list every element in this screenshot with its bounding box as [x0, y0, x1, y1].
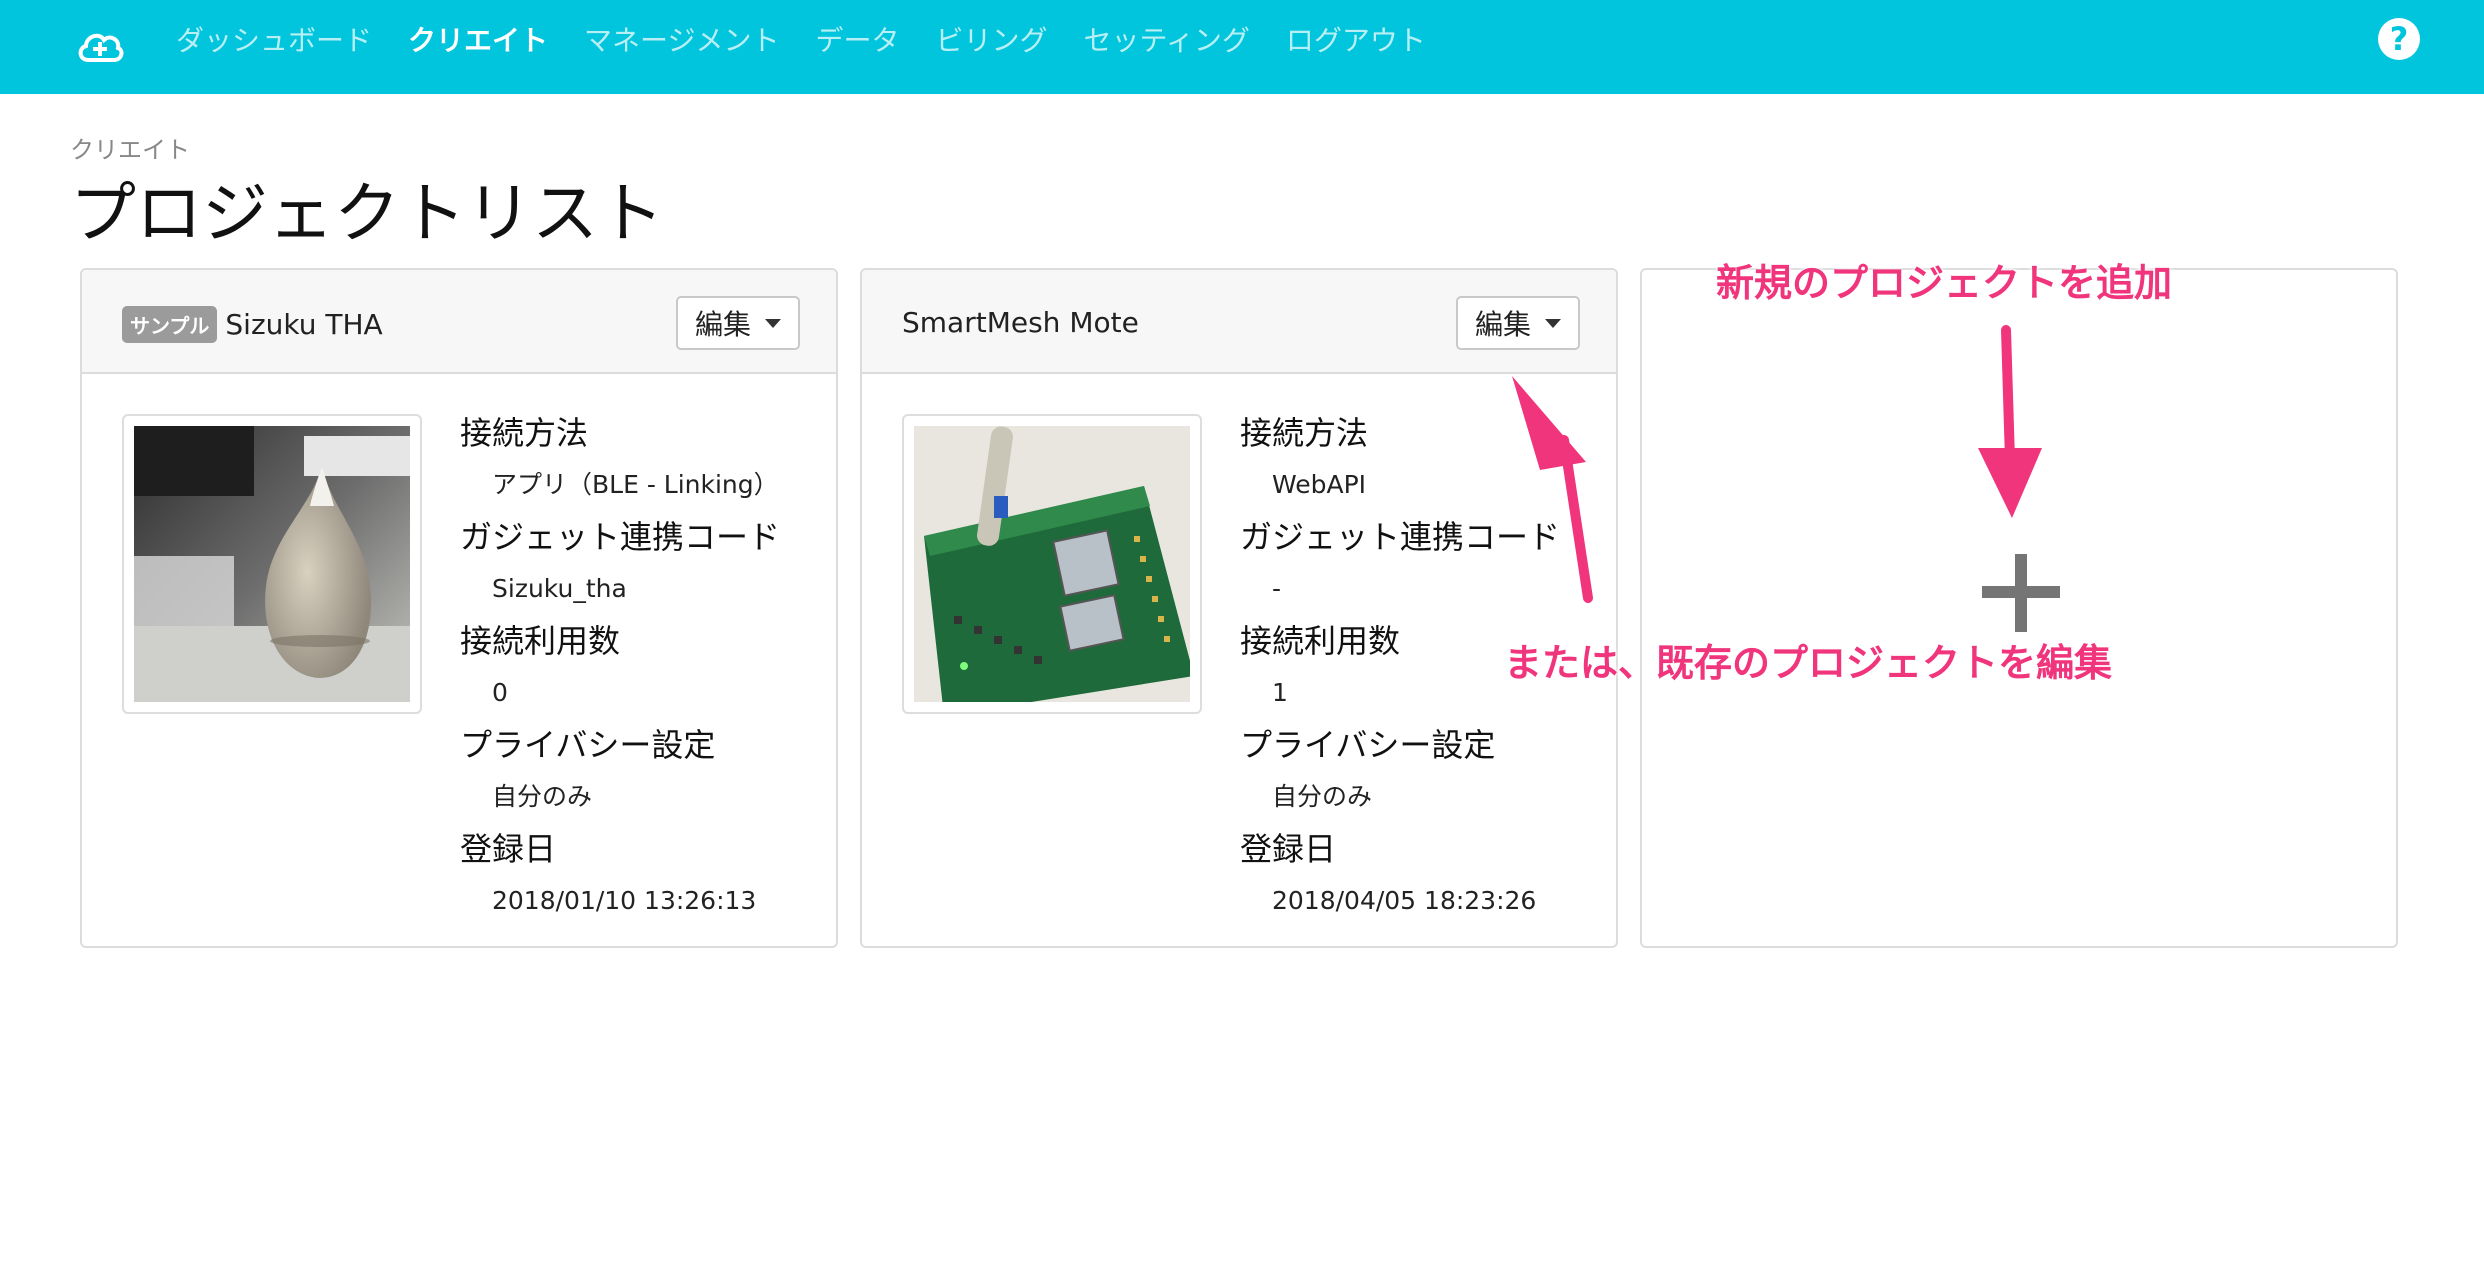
caret-down-icon	[765, 318, 781, 328]
field-value: 自分のみ	[492, 782, 593, 811]
page-title: プロジェクトリスト	[70, 175, 664, 252]
field-label: 登録日	[1240, 830, 1337, 868]
field-label: ガジェット連携コード	[1240, 518, 1561, 556]
field-value: Sizuku_tha	[492, 574, 627, 603]
nav-dashboard[interactable]: ダッシュボード	[176, 19, 372, 59]
project-name[interactable]: SmartMesh Mote	[902, 306, 1139, 339]
project-info: 接続方法 アプリ（BLE - Linking） ガジェット連携コード Sizuk…	[460, 408, 820, 928]
add-project-button[interactable]	[1642, 270, 2396, 946]
sample-badge: サンプル	[122, 306, 218, 343]
field-label: 接続利用数	[460, 622, 621, 660]
top-navbar: ダッシュボード クリエイト マネージメント データ ビリング セッティング ログ…	[0, 0, 2484, 94]
edit-dropdown-button[interactable]: 編集	[1456, 296, 1580, 350]
plus-icon	[1982, 554, 2060, 632]
cloud-plus-icon[interactable]	[74, 20, 126, 72]
edit-label: 編集	[694, 308, 751, 341]
help-icon[interactable]: ?	[2378, 18, 2420, 60]
nav-settings[interactable]: セッティング	[1084, 19, 1250, 59]
card-header: SmartMesh Mote 編集	[862, 270, 1616, 374]
caret-down-icon	[1545, 318, 1561, 328]
field-label: 登録日	[460, 830, 557, 868]
edit-label: 編集	[1474, 308, 1531, 341]
field-label: プライバシー設定	[1240, 726, 1496, 764]
project-thumbnail[interactable]	[902, 414, 1202, 714]
project-title: サンプル Sizuku THA	[122, 306, 383, 343]
annotation-or-edit: または、既存のプロジェクトを編集	[1504, 641, 2113, 685]
field-value: WebAPI	[1272, 470, 1367, 499]
nav-data[interactable]: データ	[815, 19, 899, 59]
card-header: サンプル Sizuku THA 編集	[82, 270, 836, 374]
field-label: 接続方法	[460, 414, 589, 452]
project-card: サンプル Sizuku THA 編集 接続方法 アプリ（BLE - Linkin…	[80, 268, 838, 948]
annotation-add-new: 新規のプロジェクトを追加	[1716, 261, 2173, 305]
edit-dropdown-button[interactable]: 編集	[676, 296, 800, 350]
smartmesh-board-image	[914, 426, 1190, 702]
project-card: SmartMesh Mote 編集 接続方法 WebAPI ガジェット連携コード…	[860, 268, 1618, 948]
nav-create[interactable]: クリエイト	[408, 19, 548, 59]
nav-management[interactable]: マネージメント	[584, 19, 779, 59]
nav-billing[interactable]: ビリング	[936, 19, 1048, 59]
field-label: ガジェット連携コード	[460, 518, 781, 556]
sizuku-device-image	[134, 426, 410, 702]
field-value: 2018/01/10 13:26:13	[492, 886, 757, 915]
main-nav: ダッシュボード クリエイト マネージメント データ ビリング セッティング ログ…	[176, 0, 1426, 78]
field-value: 自分のみ	[1272, 782, 1373, 811]
nav-logout[interactable]: ログアウト	[1286, 19, 1426, 59]
add-project-card[interactable]	[1640, 268, 2398, 948]
project-title: SmartMesh Mote	[902, 306, 1139, 339]
field-label: プライバシー設定	[460, 726, 716, 764]
field-value: アプリ（BLE - Linking）	[492, 470, 779, 499]
project-name[interactable]: Sizuku THA	[225, 308, 382, 341]
field-value: 0	[492, 678, 508, 707]
project-thumbnail[interactable]	[122, 414, 422, 714]
field-value: 2018/04/05 18:23:26	[1272, 886, 1537, 915]
field-value: -	[1272, 574, 1282, 603]
field-label: 接続方法	[1240, 414, 1369, 452]
